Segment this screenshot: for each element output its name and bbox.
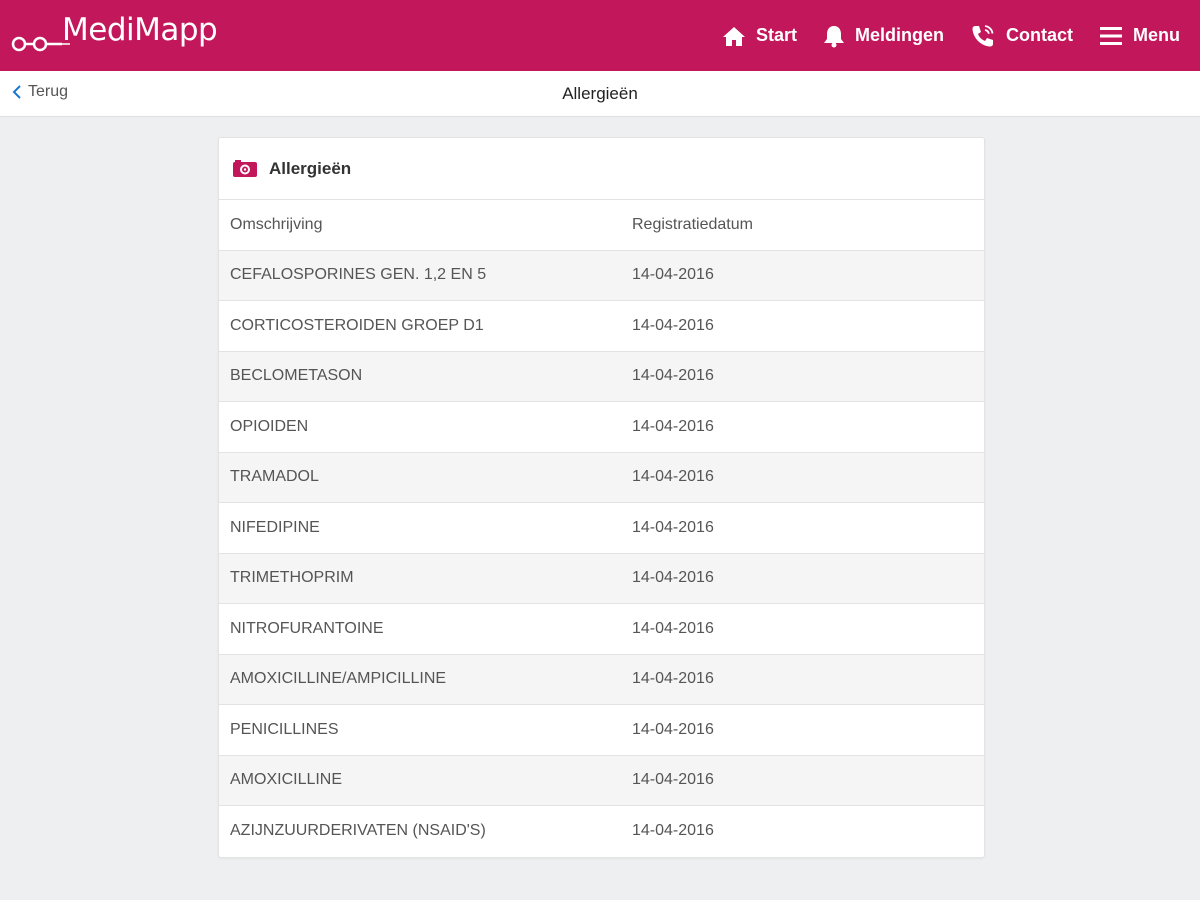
table-row[interactable]: BECLOMETASON 14-04-2016 [219,351,984,402]
nav-contact-label: Contact [1006,25,1073,45]
registration-date: 14-04-2016 [632,771,714,789]
phone-icon [972,24,994,46]
registration-date: 14-04-2016 [632,822,714,840]
registration-date: 14-04-2016 [632,316,714,334]
allergy-description: OPIOIDEN [230,417,309,435]
registration-date: 14-04-2016 [632,619,714,637]
registration-date: 14-04-2016 [632,720,714,738]
registration-date: 14-04-2016 [632,266,714,284]
registration-date: 14-04-2016 [632,670,714,688]
table-row[interactable]: AZIJNZUURDERIVATEN (NSAID'S) 14-04-2016 [219,806,984,857]
table-body: CEFALOSPORINES GEN. 1,2 EN 5 14-04-2016 CO… [219,250,984,857]
nav-menu-label: Menu [1133,25,1180,45]
table-row[interactable]: OPIOIDEN 14-04-2016 [219,402,984,453]
registration-date: 14-04-2016 [632,417,714,435]
allergy-description: CEFALOSPORINES GEN. 1,2 EN 5 [230,266,487,284]
table-row[interactable]: CORTICOSTEROIDEN GROEP D1 14-04-2016 [219,301,984,352]
hamburger-icon [1100,26,1122,45]
home-icon [722,26,745,46]
nav-contact[interactable]: Contact [970,23,1073,49]
table-row[interactable]: AMOXICILLINE 14-04-2016 [219,755,984,806]
card-title: Allergieën [269,158,352,178]
allergy-description: AZIJNZUURDERIVATEN (NSAID'S) [230,822,486,840]
table-row[interactable]: CEFALOSPORINES GEN. 1,2 EN 5 14-04-2016 [219,250,984,301]
logo-mark-icon [11,36,70,52]
bell-icon [824,25,844,47]
column-header-description: Omschrijving [230,215,323,233]
table-header: Omschrijving Registratiedatum [219,200,984,251]
logo-text: MediMapp [62,12,218,48]
registration-date: 14-04-2016 [632,468,714,486]
nav-meldingen-label: Meldingen [855,25,944,45]
table-row[interactable]: AMOXICILLINE/AMPICILLINE 14-04-2016 [219,654,984,705]
table-row[interactable]: TRIMETHOPRIM 14-04-2016 [219,553,984,604]
allergy-description: CORTICOSTEROIDEN GROEP D1 [230,316,484,334]
allergy-description: AMOXICILLINE [230,771,343,789]
page-title: Allergieën [562,84,638,103]
allergy-description: TRIMETHOPRIM [230,569,354,587]
allergy-description: NITROFURANTOINE [230,619,384,637]
card-header: Allergieën [219,138,984,200]
sub-header: Terug Allergieën [0,71,1200,117]
allergy-description: AMOXICILLINE/AMPICILLINE [230,670,447,688]
nav-start[interactable]: Start [722,25,797,47]
nav-menu[interactable]: Menu [1099,25,1180,47]
allergy-description: NIFEDIPINE [230,518,320,536]
top-bar: MediMapp Start Meldingen Contact Menu [0,0,1200,71]
registration-date: 14-04-2016 [632,569,714,587]
allergy-description: BECLOMETASON [230,367,363,385]
table-row[interactable]: NITROFURANTOINE 14-04-2016 [219,604,984,655]
nav-start-label: Start [755,25,797,45]
table-row[interactable]: NIFEDIPINE 14-04-2016 [219,503,984,554]
app-logo[interactable]: MediMapp [10,12,218,58]
main-nav: Start Meldingen Contact Menu [722,0,1180,71]
nav-meldingen[interactable]: Meldingen [823,24,944,48]
allergy-icon [233,159,257,177]
column-header-date: Registratiedatum [632,215,753,233]
allergies-card: Allergieën Omschrijving Registratiedatum… [218,137,985,858]
allergy-description: TRAMADOL [230,468,319,486]
allergy-description: PENICILLINES [230,720,339,738]
registration-date: 14-04-2016 [632,518,714,536]
table-row[interactable]: TRAMADOL 14-04-2016 [219,452,984,503]
registration-date: 14-04-2016 [632,367,714,385]
table-row[interactable]: PENICILLINES 14-04-2016 [219,705,984,756]
